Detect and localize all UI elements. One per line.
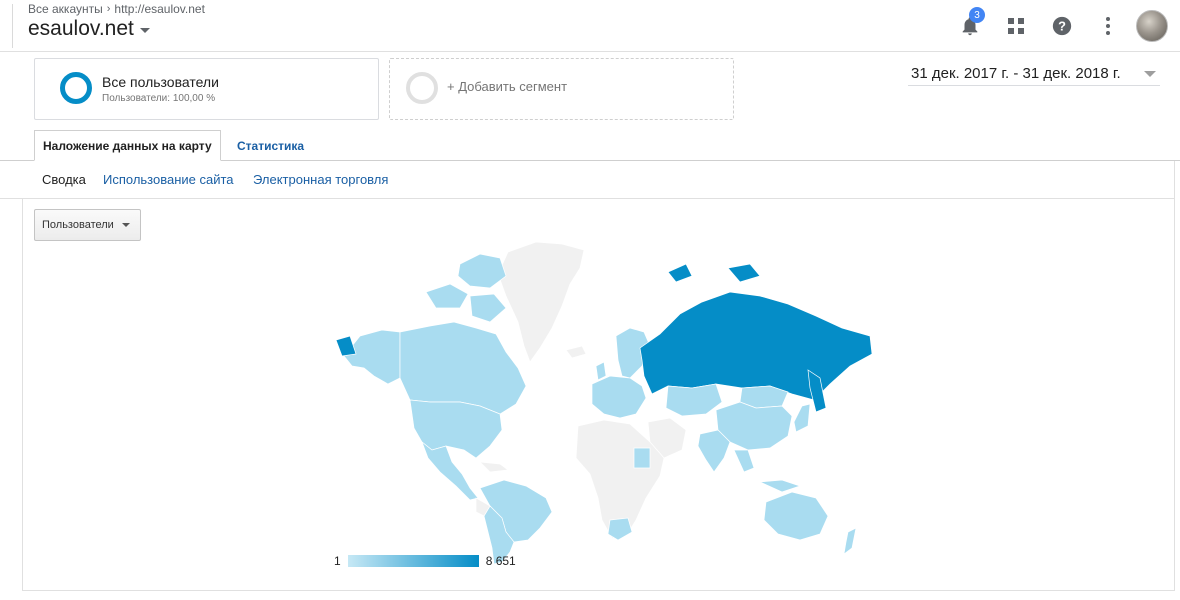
property-name: esaulov.net [28,17,134,40]
country-alaska[interactable] [343,329,401,385]
country-new-zealand[interactable] [843,527,857,555]
segment-ring-icon [60,72,92,104]
property-selector[interactable]: esaulov.net [28,17,150,41]
segment-subtitle: Пользователи: 100,00 % [102,93,216,104]
more-button[interactable] [1090,8,1126,44]
legend-max: 8 651 [485,554,516,568]
breadcrumb[interactable]: Все аккаунты › http://esaulov.net [28,2,205,16]
subnav-site-usage[interactable]: Использование сайта [103,172,234,187]
chevron-right-icon: › [106,3,111,15]
country-egypt-sudan[interactable] [633,447,651,469]
country-japan[interactable] [793,403,811,433]
subnav-summary[interactable]: Сводка [42,172,86,187]
metric-dropdown-value: Пользователи [42,219,114,231]
date-range-label: 31 дек. 2017 г. - 31 дек. 2018 г. [911,65,1121,82]
help-button[interactable]: ? [1044,8,1080,44]
segment-placeholder-ring-icon [406,72,438,104]
region-caribbean[interactable] [479,461,509,473]
notification-badge: 3 [969,7,985,23]
caret-down-icon [121,223,130,227]
segment-all-users[interactable]: Все пользователи Пользователи: 100,00 % [34,58,379,120]
top-bar: Все аккаунты › http://esaulov.net esaulo… [0,0,1180,52]
svg-text:?: ? [1058,19,1066,34]
region-europe[interactable] [591,375,647,419]
breadcrumb-all-accounts[interactable]: Все аккаунты [28,2,103,16]
country-russia-chukotka[interactable] [335,335,357,357]
breadcrumb-account[interactable]: http://esaulov.net [114,2,205,16]
add-segment-label: + Добавить сегмент [447,79,568,94]
metric-dropdown[interactable]: Пользователи [34,209,141,241]
apps-grid-icon [1008,18,1024,34]
legend-min: 1 [334,554,341,568]
country-russia[interactable] [639,291,873,401]
country-australia[interactable] [763,491,829,541]
country-greenland[interactable] [497,241,585,363]
segment-title: Все пользователи [102,74,219,90]
map-legend: 1 8 651 [334,554,516,568]
avatar[interactable] [1136,10,1168,42]
help-icon: ? [1052,16,1072,36]
explorer-subnav: Сводка Использование сайта Электронная т… [0,161,1175,199]
tab-statistics[interactable]: Статистика [229,130,312,161]
add-segment-button[interactable]: + Добавить сегмент [389,58,734,120]
notifications-button[interactable]: 3 [952,7,988,44]
caret-down-icon [139,28,150,33]
country-iceland[interactable] [565,345,587,359]
country-canada-islands[interactable] [425,253,507,323]
view-tabs: Наложение данных на карту Статистика [0,130,1180,161]
country-kazakhstan[interactable] [665,383,723,417]
date-range-picker[interactable]: 31 дек. 2017 г. - 31 дек. 2018 г. [908,62,1160,86]
subnav-ecommerce[interactable]: Электронная торговля [253,172,388,187]
legend-gradient [347,555,479,567]
country-uk[interactable] [595,361,607,381]
top-actions: 3 ? [952,7,1168,44]
divider [12,4,13,48]
region-southeast-asia[interactable] [733,449,802,493]
world-map[interactable] [330,236,880,566]
apps-button[interactable] [998,8,1034,44]
tab-map-overlay[interactable]: Наложение данных на карту [34,130,221,161]
caret-down-icon [1144,70,1156,77]
more-vert-icon [1106,17,1110,35]
country-canada[interactable] [399,321,527,415]
